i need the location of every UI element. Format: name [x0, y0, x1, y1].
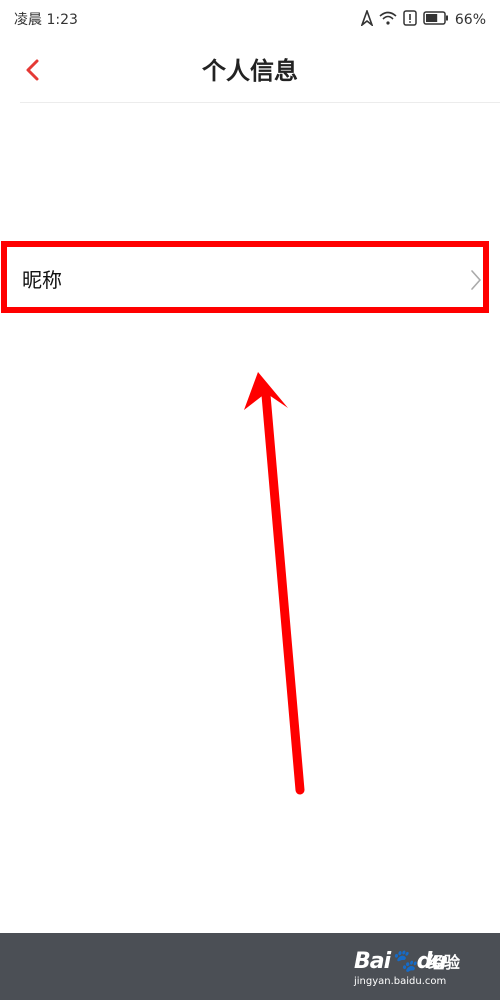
nickname-label: 昵称	[22, 268, 62, 292]
status-time: 凌晨 1:23	[14, 12, 78, 28]
chevron-right-icon	[470, 269, 482, 295]
alert-icon	[403, 10, 417, 30]
annotation-arrow	[244, 372, 305, 795]
baidu-jingyan-watermark: Bai🐾du 经验 jingyan.baidu.com	[354, 942, 474, 992]
status-icons: 66%	[360, 8, 486, 30]
watermark-url: jingyan.baidu.com	[354, 976, 447, 987]
nav-bar: 个人信息	[0, 40, 500, 102]
battery-percent: 66%	[454, 12, 486, 28]
battery-icon	[423, 11, 449, 29]
watermark-product: 经验	[428, 953, 461, 972]
page-title: 个人信息	[202, 57, 298, 85]
nickname-row[interactable]: 昵称	[6, 245, 488, 315]
wifi-icon	[379, 11, 397, 29]
paw-icon: 🐾	[390, 949, 417, 974]
nav-divider	[20, 102, 500, 103]
status-bar: 凌晨 1:23 66%	[0, 0, 500, 40]
location-icon	[360, 8, 374, 30]
